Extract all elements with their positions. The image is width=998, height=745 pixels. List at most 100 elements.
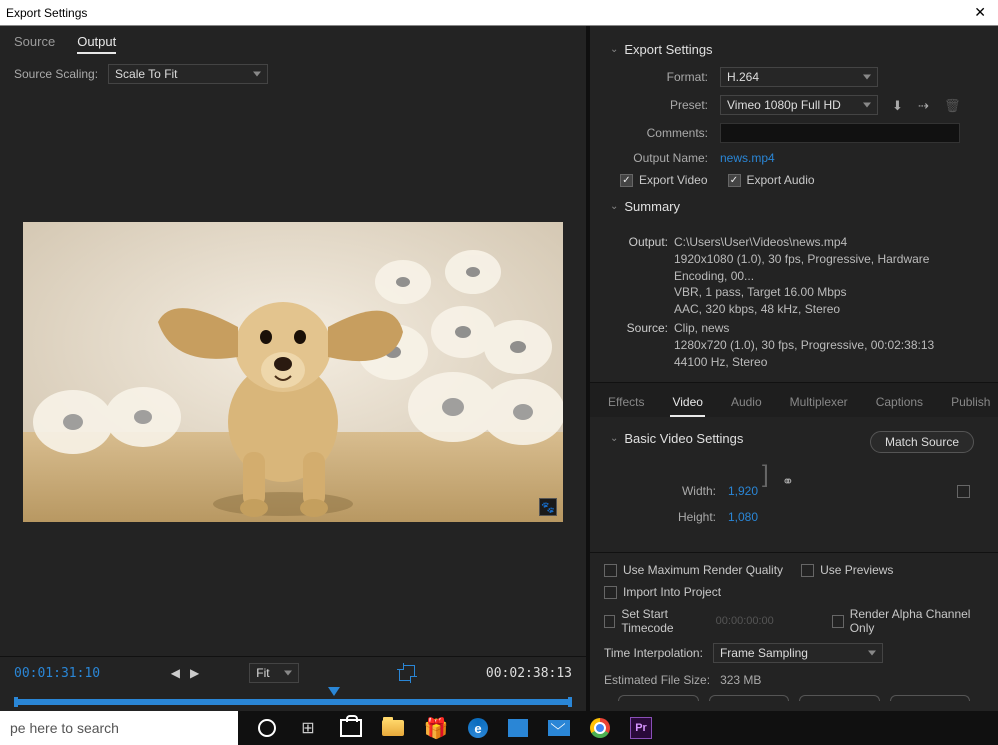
height-value[interactable]: 1,080 xyxy=(728,510,778,524)
preset-label: Preset: xyxy=(630,98,720,112)
import-project-check[interactable]: Import Into Project xyxy=(604,585,721,599)
render-options: Use Maximum Render Quality Use Previews … xyxy=(590,552,998,711)
time-interpolation-row: Time Interpolation: Frame Sampling xyxy=(604,643,984,663)
render-alpha-check[interactable]: Render Alpha Channel Only xyxy=(832,607,984,635)
comments-input[interactable] xyxy=(720,123,960,143)
summary-source-row: Source: Clip, news 1280x720 (1.0), 30 fp… xyxy=(624,320,980,370)
preview-corner-badge[interactable]: 🐾 xyxy=(539,498,557,516)
match-source-button[interactable]: Match Source xyxy=(870,431,974,453)
import-preset-icon[interactable]: ⇢ xyxy=(918,98,934,112)
export-video-label: Export Video xyxy=(639,173,708,187)
cortana-icon[interactable] xyxy=(258,719,276,737)
premiere-pro-icon[interactable]: Pr xyxy=(630,717,652,739)
store-app-icon[interactable] xyxy=(508,719,528,737)
action-button[interactable] xyxy=(709,695,790,701)
width-value[interactable]: 1,920 xyxy=(728,484,778,498)
preview-image-placeholder xyxy=(23,222,563,522)
chrome-icon[interactable] xyxy=(590,718,610,738)
tab-captions[interactable]: Captions xyxy=(874,389,925,417)
ms-store-icon[interactable] xyxy=(340,719,362,737)
export-audio-check[interactable]: Export Audio xyxy=(728,173,815,187)
preview-area: 🐾 xyxy=(0,88,586,656)
close-icon[interactable]: ✕ xyxy=(968,2,992,23)
timeline-playhead[interactable] xyxy=(328,687,340,696)
output-name-row: Output Name: news.mp4 xyxy=(608,151,980,165)
delete-preset-icon[interactable]: 🗑 xyxy=(944,98,960,112)
est-size-value: 323 MB xyxy=(720,673,761,687)
output-name-link[interactable]: news.mp4 xyxy=(720,151,775,165)
step-forward-icon[interactable]: ▶ xyxy=(190,666,199,680)
timeline-range-bar[interactable] xyxy=(14,699,572,705)
tab-effects[interactable]: Effects xyxy=(606,389,646,417)
mail-icon[interactable] xyxy=(548,720,570,736)
summary-source-text: Clip, news 1280x720 (1.0), 30 fps, Progr… xyxy=(674,320,980,370)
action-button[interactable] xyxy=(618,695,699,701)
start-tc-value: 00:00:00:00 xyxy=(716,615,774,627)
export-settings-section: ⌄ Export Settings Format: H.264 Preset: … xyxy=(590,26,998,234)
summary-line: Clip, news xyxy=(674,320,980,337)
action-button[interactable] xyxy=(890,695,971,701)
checkbox-checked-icon xyxy=(620,174,633,187)
task-view-icon[interactable]: ⊞ xyxy=(296,716,320,740)
source-scaling-row: Source Scaling: Scale To Fit xyxy=(14,64,572,84)
set-start-tc-check[interactable]: Set Start Timecode 00:00:00:00 xyxy=(604,607,774,635)
preset-action-icons: ⬇ ⇢ 🗑 xyxy=(892,98,960,112)
framerate-value: 30 xyxy=(730,551,743,552)
action-button[interactable] xyxy=(799,695,880,701)
taskbar-icons: ⊞ 🎁 e Pr xyxy=(238,716,652,740)
window-titlebar: Export Settings ✕ xyxy=(0,0,998,26)
render-line-3: Set Start Timecode 00:00:00:00 Render Al… xyxy=(604,607,984,635)
zoom-fit-value: Fit xyxy=(256,666,269,680)
preview-video-frame[interactable]: 🐾 xyxy=(23,222,563,522)
window-title: Export Settings xyxy=(6,6,87,20)
export-settings-title: Export Settings xyxy=(624,42,712,57)
preset-value: Vimeo 1080p Full HD xyxy=(727,98,841,112)
timeline-track[interactable] xyxy=(0,687,586,711)
format-dropdown[interactable]: H.264 xyxy=(720,67,878,87)
export-settings-header[interactable]: ⌄ Export Settings xyxy=(608,42,980,57)
source-scaling-value: Scale To Fit xyxy=(115,67,177,81)
tab-publish[interactable]: Publish xyxy=(949,389,992,417)
source-scaling-dropdown[interactable]: Scale To Fit xyxy=(108,64,268,84)
height-row: Height: 1,080 xyxy=(608,510,980,524)
framerate-dropdown[interactable]: 30 xyxy=(728,550,848,552)
render-line-2: Import Into Project xyxy=(604,585,984,599)
current-timecode[interactable]: 00:01:31:10 xyxy=(14,666,100,681)
import-project-label: Import Into Project xyxy=(623,585,721,599)
edge-browser-icon[interactable]: e xyxy=(468,718,488,738)
export-video-check[interactable]: Export Video xyxy=(620,173,708,187)
gift-icon[interactable]: 🎁 xyxy=(424,716,448,740)
zoom-fit-dropdown[interactable]: Fit xyxy=(249,663,299,683)
taskbar-search-input[interactable]: pe here to search xyxy=(0,711,238,745)
tab-audio[interactable]: Audio xyxy=(729,389,764,417)
basic-video-settings: ⌄ Basic Video Settings Match Source Widt… xyxy=(590,417,998,552)
save-preset-icon[interactable]: ⬇ xyxy=(892,98,908,112)
tab-source[interactable]: Source xyxy=(14,34,55,54)
summary-line: 44100 Hz, Stereo xyxy=(674,354,980,371)
crop-safe-margins-icon[interactable] xyxy=(399,665,415,681)
checkbox-icon xyxy=(604,564,617,577)
summary-source-label: Source: xyxy=(624,320,674,370)
tab-multiplexer[interactable]: Multiplexer xyxy=(788,389,850,417)
width-match-checkbox[interactable] xyxy=(957,485,970,498)
use-previews-check[interactable]: Use Previews xyxy=(801,563,893,577)
tab-output[interactable]: Output xyxy=(77,34,116,54)
summary-section: Output: C:\Users\User\Videos\news.mp4 19… xyxy=(590,234,998,382)
action-buttons-row xyxy=(604,695,984,701)
windows-taskbar: pe here to search ⊞ 🎁 e Pr xyxy=(0,711,998,745)
summary-header[interactable]: ⌄ Summary xyxy=(608,199,980,214)
preset-dropdown[interactable]: Vimeo 1080p Full HD xyxy=(720,95,878,115)
link-dimensions-icon[interactable]: ⚭ xyxy=(782,473,794,490)
output-name-label: Output Name: xyxy=(630,151,720,165)
max-render-quality-check[interactable]: Use Maximum Render Quality xyxy=(604,563,783,577)
format-row: Format: H.264 xyxy=(608,67,980,87)
file-explorer-icon[interactable] xyxy=(382,720,404,736)
width-row: Width: 1,920 xyxy=(608,484,980,498)
summary-title: Summary xyxy=(624,199,680,214)
step-back-icon[interactable]: ◀ xyxy=(171,666,180,680)
main-split: Source Output Source Scaling: Scale To F… xyxy=(0,26,998,711)
time-interp-dropdown[interactable]: Frame Sampling xyxy=(713,643,883,663)
checkbox-icon xyxy=(604,615,615,628)
tab-video[interactable]: Video xyxy=(670,389,704,417)
set-start-tc-label: Set Start Timecode xyxy=(621,607,707,635)
